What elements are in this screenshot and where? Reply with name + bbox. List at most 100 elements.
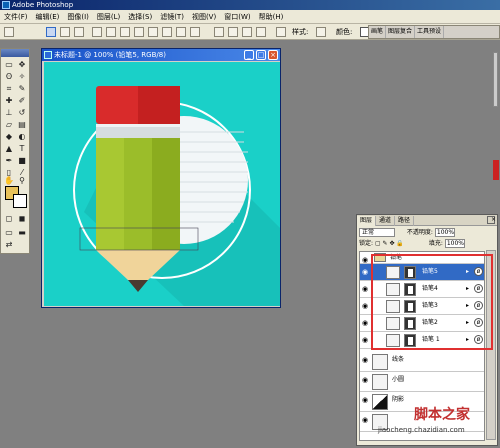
path-select-icon[interactable]: ▲: [3, 143, 15, 154]
background-color-swatch[interactable]: [13, 194, 27, 208]
fill-mode-button[interactable]: [74, 27, 84, 37]
toolbox: ▭ ✥ ʘ ✧ ⌗ ✎ ✚ ✐ ⊥ ↺ ▱ ▤ ◆ ◐ ▲ T ✒ ■ ▯ ⁄ …: [0, 48, 30, 254]
document-title: 未标题-1 @ 100% (铅笔5, RGB/8): [54, 51, 166, 59]
style-label: 样式:: [292, 28, 309, 36]
marquee-tool-icon[interactable]: ▭: [3, 59, 15, 70]
photoshop-icon: [2, 1, 10, 9]
palette-tab-layer-comps[interactable]: 图层复合: [386, 26, 416, 38]
blend-mode-select[interactable]: 正常: [359, 228, 395, 237]
slice-tool-icon[interactable]: ✎: [16, 83, 28, 94]
line-tool-button[interactable]: [176, 27, 186, 37]
layer-name: 线条: [392, 356, 405, 363]
close-button[interactable]: ×: [268, 50, 278, 60]
menu-help[interactable]: 帮助(H): [255, 10, 288, 24]
style-picker[interactable]: [316, 27, 326, 37]
blend-opacity-row: 正常 不透明度: 100%: [359, 228, 495, 238]
tab-channels[interactable]: 通道: [376, 216, 396, 226]
palette-well: 画笔 图层复合 工具预设: [368, 25, 500, 39]
history-brush-icon[interactable]: ↺: [16, 107, 28, 118]
intersect-mode-button[interactable]: [242, 27, 252, 37]
eye-icon[interactable]: ◉: [362, 396, 372, 404]
menu-image[interactable]: 图像(I): [63, 10, 93, 24]
pencil-illustration: [73, 86, 280, 306]
layer-name: 小圆: [392, 376, 405, 383]
polygon-tool-button[interactable]: [162, 27, 172, 37]
document-title-bar[interactable]: 未标题-1 @ 100% (铅笔5, RGB/8) _ □ ×: [42, 49, 280, 61]
standard-mode-icon[interactable]: ◻: [3, 213, 15, 224]
opacity-label: 不透明度:: [406, 229, 433, 236]
minimize-button[interactable]: _: [244, 50, 254, 60]
pencil-lead: [128, 280, 148, 292]
shape-tool-icon[interactable]: ■: [16, 155, 28, 166]
exclude-mode-button[interactable]: [256, 27, 266, 37]
eye-icon[interactable]: ◉: [362, 376, 372, 384]
layer-thumbnail: [372, 354, 388, 370]
rounded-rect-tool-button[interactable]: [134, 27, 144, 37]
app-title-bar: Adobe Photoshop: [0, 0, 500, 10]
maximize-button[interactable]: □: [256, 50, 266, 60]
quick-mask-icon[interactable]: ◼: [16, 213, 28, 224]
eye-icon[interactable]: ◉: [362, 356, 372, 364]
opacity-input[interactable]: 100%: [434, 228, 455, 237]
magic-wand-icon[interactable]: ✧: [16, 71, 28, 82]
menu-edit[interactable]: 编辑(E): [32, 10, 64, 24]
palette-tab-brushes[interactable]: 画笔: [369, 26, 387, 38]
tab-paths[interactable]: 路径: [395, 216, 415, 226]
toolbox-header[interactable]: [1, 49, 29, 57]
menu-window[interactable]: 窗口(W): [220, 10, 254, 24]
watermark: 脚本之家 jiaocheng.chazidian.com: [378, 392, 500, 448]
custom-shape-button[interactable]: [190, 27, 200, 37]
gradient-tool-icon[interactable]: ▤: [16, 119, 28, 130]
document-icon: [44, 51, 52, 59]
color-label: 颜色:: [336, 28, 353, 36]
path-mode-button[interactable]: [60, 27, 70, 37]
menu-file[interactable]: 文件(F): [0, 10, 32, 24]
eye-icon[interactable]: ◉: [362, 416, 372, 424]
fullscreen-mode-icon[interactable]: ▬: [16, 227, 28, 238]
canvas[interactable]: [44, 62, 280, 306]
imageready-icon[interactable]: ⇄: [3, 239, 15, 250]
ellipse-tool-button[interactable]: [148, 27, 158, 37]
app-title: Adobe Photoshop: [12, 1, 74, 9]
fill-label: 填充:: [428, 240, 443, 247]
tab-layers[interactable]: 图层: [357, 216, 377, 226]
panel-close-icon[interactable]: ×: [487, 216, 496, 224]
menu-filter[interactable]: 滤镜(T): [156, 10, 188, 24]
stamp-tool-icon[interactable]: ⊥: [3, 107, 15, 118]
rectangle-tool-button[interactable]: [120, 27, 130, 37]
lock-icons[interactable]: ▢ ✎ ✥ 🔒: [375, 239, 413, 249]
dodge-tool-icon[interactable]: ◐: [16, 131, 28, 142]
right-panel-color: [493, 160, 499, 180]
palette-tab-tool-presets[interactable]: 工具预设: [415, 26, 445, 38]
combine-mode-button[interactable]: [214, 27, 224, 37]
lasso-tool-icon[interactable]: ʘ: [3, 71, 15, 82]
blur-tool-icon[interactable]: ◆: [3, 131, 15, 142]
zoom-tool-icon[interactable]: ⚲: [16, 175, 28, 186]
move-tool-icon[interactable]: ✥: [16, 59, 28, 70]
menu-select[interactable]: 选择(S): [124, 10, 156, 24]
eraser-tool-icon[interactable]: ▱: [3, 119, 15, 130]
right-scrollbar[interactable]: [493, 52, 498, 107]
layer-thumbnail: [372, 394, 388, 410]
freeform-pen-button[interactable]: [106, 27, 116, 37]
rect-shape-button[interactable]: [46, 27, 56, 37]
hand-tool-icon[interactable]: ✋: [3, 175, 15, 186]
pencil-eraser-shade: [138, 86, 180, 124]
layer-row[interactable]: ◉ 小圆: [360, 372, 484, 392]
layers-panel-tabs: 图层 通道 路径 ×: [357, 215, 497, 226]
pen-tool-icon[interactable]: ✒: [3, 155, 15, 166]
pen-tool-button[interactable]: [92, 27, 102, 37]
brush-tool-icon[interactable]: ✐: [16, 95, 28, 106]
fill-input[interactable]: 100%: [444, 239, 465, 248]
menu-view[interactable]: 视图(V): [188, 10, 220, 24]
document-window: 未标题-1 @ 100% (铅笔5, RGB/8) _ □ ×: [41, 48, 281, 308]
screen-mode-icon[interactable]: ▭: [3, 227, 15, 238]
tool-preset-button[interactable]: [4, 27, 14, 37]
healing-brush-icon[interactable]: ✚: [3, 95, 15, 106]
type-tool-icon[interactable]: T: [16, 143, 28, 154]
subtract-mode-button[interactable]: [228, 27, 238, 37]
link-style-button[interactable]: [276, 27, 286, 37]
layer-row[interactable]: ◉ 线条: [360, 352, 484, 372]
crop-tool-icon[interactable]: ⌗: [3, 83, 15, 94]
menu-layer[interactable]: 图层(L): [93, 10, 124, 24]
